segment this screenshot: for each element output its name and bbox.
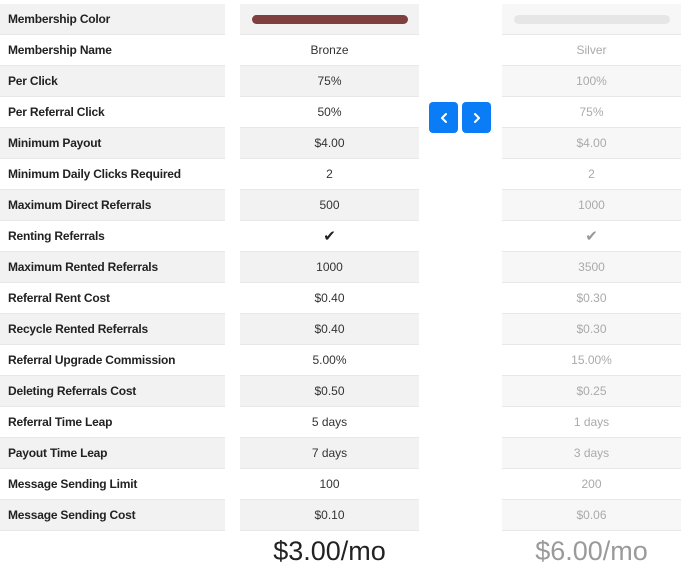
label-renting-referrals: Renting Referrals	[0, 221, 225, 252]
message-sending-cost-cell: $0.10	[240, 500, 419, 531]
label-referral-upgrade-commission: Referral Upgrade Commission	[0, 345, 225, 376]
check-icon: ✔	[585, 228, 598, 245]
referral-rent-cost-cell: $0.30	[502, 283, 681, 314]
payout-time-leap-cell: 3 days	[502, 438, 681, 469]
minimum-payout-cell: $4.00	[502, 128, 681, 159]
check-icon: ✔	[323, 228, 336, 245]
renting-referrals-cell: ✔	[502, 221, 681, 252]
membership-color-bar	[251, 14, 408, 24]
per-click-cell: 75%	[240, 66, 419, 97]
label-per-click: Per Click	[0, 66, 225, 97]
deleting-referrals-cost-cell: $0.50	[240, 376, 419, 407]
label-per-referral-click: Per Referral Click	[0, 97, 225, 128]
membership-name-cell: Silver	[502, 35, 681, 66]
message-sending-cost-cell: $0.06	[502, 500, 681, 531]
label-message-sending-limit: Message Sending Limit	[0, 469, 225, 500]
referral-rent-cost-cell: $0.40	[240, 283, 419, 314]
minimum-payout-cell: $4.00	[240, 128, 419, 159]
maximum-rented-referrals-cell: 3500	[502, 252, 681, 283]
referral-time-leap-cell: 1 days	[502, 407, 681, 438]
maximum-direct-referrals-cell: 500	[240, 190, 419, 221]
per-click-cell: 100%	[502, 66, 681, 97]
previous-plan-button[interactable]	[429, 102, 458, 133]
maximum-direct-referrals-cell: 1000	[502, 190, 681, 221]
feature-labels-column: Membership Color Membership Name Per Cli…	[0, 4, 225, 531]
label-message-sending-cost: Message Sending Cost	[0, 500, 225, 531]
plan-price: $6.00/mo	[502, 531, 681, 571]
label-recycle-rented-referrals: Recycle Rented Referrals	[0, 314, 225, 345]
label-maximum-direct-referrals: Maximum Direct Referrals	[0, 190, 225, 221]
plan-column-bronze: Bronze 75% 50% $4.00 2 500 ✔ 1000 $0.40 …	[240, 4, 419, 571]
minimum-daily-clicks-cell: 2	[240, 159, 419, 190]
plan-column-silver: Silver 100% 75% $4.00 2 1000 ✔ 3500 $0.3…	[502, 4, 681, 571]
renting-referrals-cell: ✔	[240, 221, 419, 252]
next-plan-button[interactable]	[462, 102, 491, 133]
membership-color-bar	[513, 14, 670, 24]
per-referral-click-cell: 75%	[502, 97, 681, 128]
chevron-left-icon	[440, 112, 447, 123]
label-membership-name: Membership Name	[0, 35, 225, 66]
plan-carousel-nav	[429, 102, 491, 133]
label-referral-rent-cost: Referral Rent Cost	[0, 283, 225, 314]
referral-upgrade-commission-cell: 15.00%	[502, 345, 681, 376]
message-sending-limit-cell: 100	[240, 469, 419, 500]
maximum-rented-referrals-cell: 1000	[240, 252, 419, 283]
label-referral-time-leap: Referral Time Leap	[0, 407, 225, 438]
membership-color-cell	[240, 4, 419, 35]
payout-time-leap-cell: 7 days	[240, 438, 419, 469]
chevron-right-icon	[473, 112, 480, 123]
referral-upgrade-commission-cell: 5.00%	[240, 345, 419, 376]
recycle-rented-referrals-cell: $0.40	[240, 314, 419, 345]
referral-time-leap-cell: 5 days	[240, 407, 419, 438]
label-minimum-payout: Minimum Payout	[0, 128, 225, 159]
label-payout-time-leap: Payout Time Leap	[0, 438, 225, 469]
message-sending-limit-cell: 200	[502, 469, 681, 500]
label-maximum-rented-referrals: Maximum Rented Referrals	[0, 252, 225, 283]
label-minimum-daily-clicks: Minimum Daily Clicks Required	[0, 159, 225, 190]
membership-name-cell: Bronze	[240, 35, 419, 66]
recycle-rented-referrals-cell: $0.30	[502, 314, 681, 345]
membership-color-cell	[502, 4, 681, 35]
deleting-referrals-cost-cell: $0.25	[502, 376, 681, 407]
plan-price: $3.00/mo	[240, 531, 419, 571]
label-membership-color: Membership Color	[0, 4, 225, 35]
label-deleting-referrals-cost: Deleting Referrals Cost	[0, 376, 225, 407]
minimum-daily-clicks-cell: 2	[502, 159, 681, 190]
per-referral-click-cell: 50%	[240, 97, 419, 128]
